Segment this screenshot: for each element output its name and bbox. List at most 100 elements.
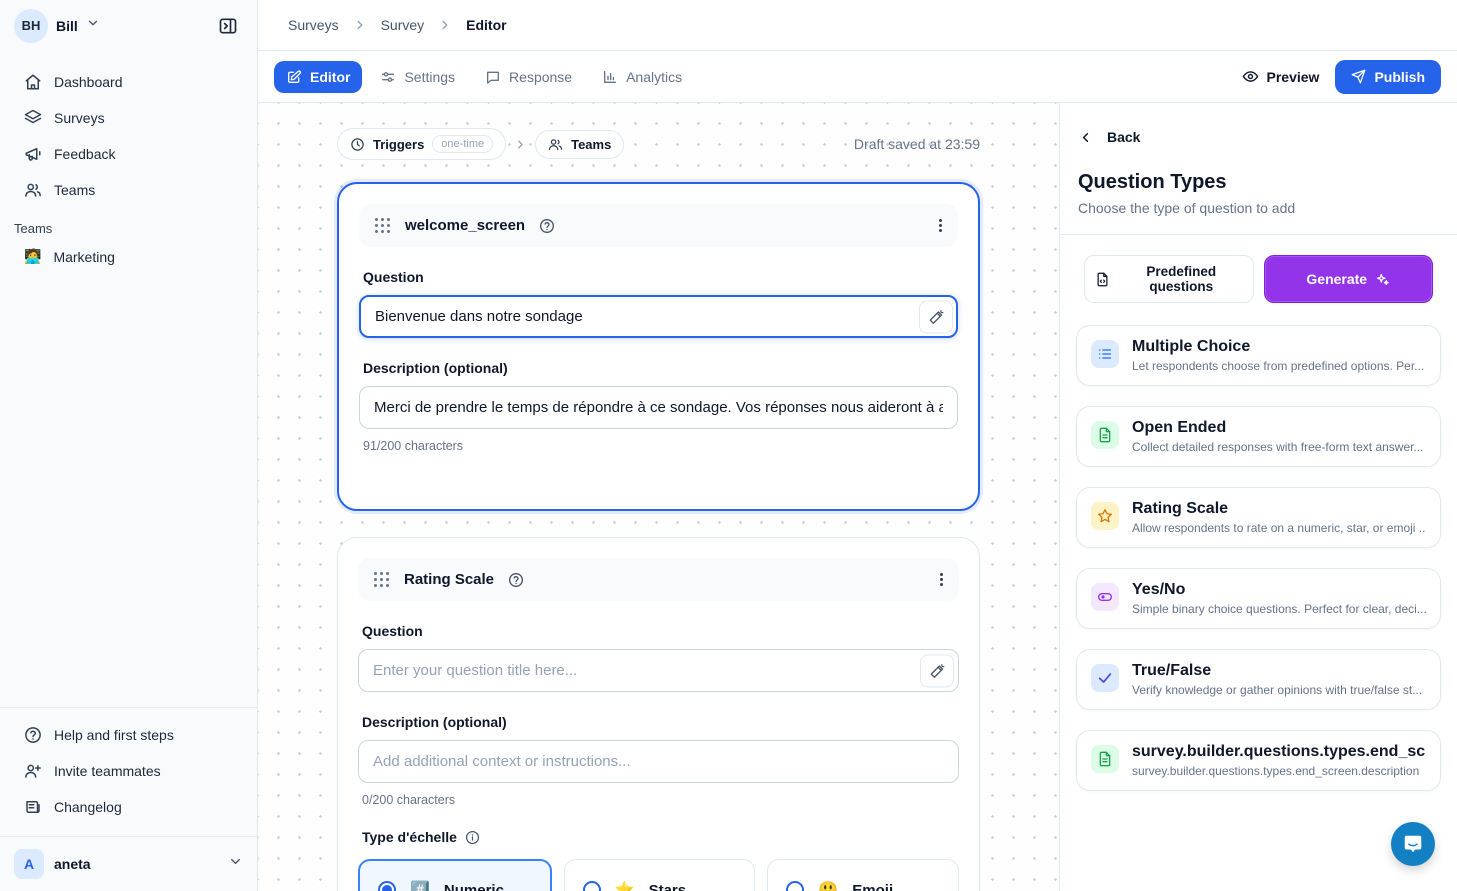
sliders-icon — [380, 69, 396, 85]
tab-settings[interactable]: Settings — [368, 61, 467, 93]
chevron-left-icon — [1078, 130, 1093, 145]
kebab-menu-icon[interactable] — [939, 219, 942, 232]
generate-label: Generate — [1306, 271, 1367, 287]
preview-button[interactable]: Preview — [1242, 68, 1320, 85]
publish-button[interactable]: Publish — [1335, 60, 1441, 94]
sidebar-item-help[interactable]: Help and first steps — [10, 718, 247, 752]
sidebar-item-surveys[interactable]: Surveys — [10, 101, 247, 135]
question-input-wrap — [359, 295, 958, 338]
star-icon — [1091, 502, 1119, 530]
breadcrumb-current: Editor — [466, 17, 506, 33]
sidebar-item-label: Feedback — [54, 146, 115, 162]
type-card-end-screen[interactable]: survey.builder.questions.types.end_scr..… — [1076, 730, 1441, 791]
divider — [1060, 234, 1457, 235]
description-input[interactable] — [359, 386, 958, 429]
sidebar-item-teams[interactable]: Teams — [10, 173, 247, 207]
chevron-right-icon — [438, 18, 452, 32]
magic-wand-icon[interactable] — [919, 300, 953, 333]
one-time-badge: one-time — [432, 135, 493, 153]
organization-switcher[interactable]: A aneta — [0, 836, 257, 891]
type-title: Yes/No — [1132, 581, 1426, 599]
kebab-menu-icon[interactable] — [940, 573, 943, 586]
back-label: Back — [1107, 129, 1140, 145]
breadcrumb: Surveys Survey Editor — [288, 17, 507, 33]
breadcrumb-survey[interactable]: Survey — [381, 17, 425, 33]
help-circle-icon — [24, 726, 42, 744]
workspace-switcher[interactable]: BH Bill — [0, 0, 257, 51]
breadcrumb-surveys[interactable]: Surveys — [288, 17, 339, 33]
scale-option-stars[interactable]: ⭐ Stars — [564, 859, 756, 891]
org-avatar: A — [14, 849, 44, 879]
main-area: Surveys Survey Editor Editor Settings — [258, 0, 1457, 891]
help-circle-icon[interactable] — [508, 572, 524, 588]
triggers-pill[interactable]: Triggers one-time — [337, 128, 506, 160]
question-input-wrap — [358, 649, 959, 692]
type-card-body: Multiple Choice Let respondents choose f… — [1132, 338, 1424, 373]
sidebar-item-feedback[interactable]: Feedback — [10, 137, 247, 171]
predefined-questions-button[interactable]: Predefined questions — [1084, 255, 1254, 303]
sidebar-item-label: Surveys — [54, 110, 105, 126]
send-icon — [1351, 69, 1366, 84]
tab-label: Settings — [404, 69, 455, 85]
user-plus-icon — [24, 762, 42, 780]
tab-label: Editor — [310, 69, 350, 85]
type-description: Allow respondents to rate on a numeric, … — [1132, 521, 1426, 535]
question-title-input[interactable] — [359, 295, 958, 338]
type-card-multiple-choice[interactable]: Multiple Choice Let respondents choose f… — [1076, 325, 1441, 386]
type-card-yes-no[interactable]: Yes/No Simple binary choice questions. P… — [1076, 568, 1441, 629]
drag-handle-icon[interactable] — [375, 218, 391, 234]
description-input[interactable] — [358, 740, 959, 783]
sidebar-item-label: Dashboard — [54, 74, 123, 90]
type-card-rating-scale[interactable]: Rating Scale Allow respondents to rate o… — [1076, 487, 1441, 548]
toggle-icon — [1091, 583, 1119, 611]
avatar: BH — [14, 9, 48, 43]
question-type-list: Multiple Choice Let respondents choose f… — [1076, 325, 1441, 791]
tab-analytics[interactable]: Analytics — [590, 61, 694, 93]
topbar: Surveys Survey Editor — [258, 0, 1457, 51]
scale-type-options: #️⃣ Numeric ⭐ Stars 😃 Emoji — [358, 859, 959, 891]
generate-button[interactable]: Generate — [1264, 255, 1434, 303]
predefined-label: Predefined questions — [1120, 264, 1243, 294]
help-circle-icon[interactable] — [539, 218, 555, 234]
file-code-icon — [1095, 272, 1110, 287]
scale-option-numeric[interactable]: #️⃣ Numeric — [358, 859, 552, 891]
tab-response[interactable]: Response — [473, 61, 584, 93]
magic-wand-icon[interactable] — [920, 654, 954, 687]
teams-pill[interactable]: Teams — [535, 130, 624, 159]
question-title-input[interactable] — [358, 649, 959, 692]
teams-label: Teams — [571, 137, 611, 152]
collapse-sidebar-button[interactable] — [213, 11, 243, 41]
sidebar-spacer — [0, 273, 257, 707]
tab-editor[interactable]: Editor — [274, 61, 362, 93]
panel-subtitle: Choose the type of question to add — [1078, 200, 1439, 216]
question-card-rating-scale[interactable]: Rating Scale Question Description (optio… — [337, 537, 980, 891]
tab-label: Analytics — [626, 69, 682, 85]
bar-chart-icon — [602, 69, 618, 85]
scale-option-emoji[interactable]: 😃 Emoji — [767, 859, 959, 891]
sidebar-item-changelog[interactable]: Changelog — [10, 790, 247, 824]
chevron-right-icon — [353, 18, 367, 32]
chat-launcher-button[interactable] — [1391, 822, 1435, 866]
sidebar-item-invite[interactable]: Invite teammates — [10, 754, 247, 788]
document-icon — [1091, 421, 1119, 449]
type-card-body: survey.builder.questions.types.end_scr..… — [1132, 743, 1426, 778]
question-card-header: Rating Scale — [358, 558, 959, 601]
sidebar-item-marketing[interactable]: 🧑‍💻 Marketing — [0, 240, 257, 273]
preview-label: Preview — [1267, 69, 1320, 85]
toolbar-actions: Preview Publish — [1242, 60, 1442, 94]
description-input-wrap — [359, 386, 958, 429]
type-card-open-ended[interactable]: Open Ended Collect detailed responses wi… — [1076, 406, 1441, 467]
sidebar-item-dashboard[interactable]: Dashboard — [10, 65, 247, 99]
question-card-welcome-screen[interactable]: welcome_screen Question Description (opt… — [337, 182, 980, 511]
triggers-label: Triggers — [373, 137, 424, 152]
question-label: Question — [362, 623, 955, 639]
team-emoji: 🧑‍💻 — [24, 248, 41, 265]
type-card-body: Yes/No Simple binary choice questions. P… — [1132, 581, 1426, 616]
layers-icon — [24, 109, 42, 127]
user-name: Bill — [56, 18, 78, 34]
info-icon[interactable] — [465, 830, 480, 845]
draft-status: Draft saved at 23:59 — [854, 136, 980, 152]
back-button[interactable]: Back — [1076, 125, 1441, 149]
type-card-true-false[interactable]: True/False Verify knowledge or gather op… — [1076, 649, 1441, 710]
drag-handle-icon[interactable] — [374, 572, 390, 588]
